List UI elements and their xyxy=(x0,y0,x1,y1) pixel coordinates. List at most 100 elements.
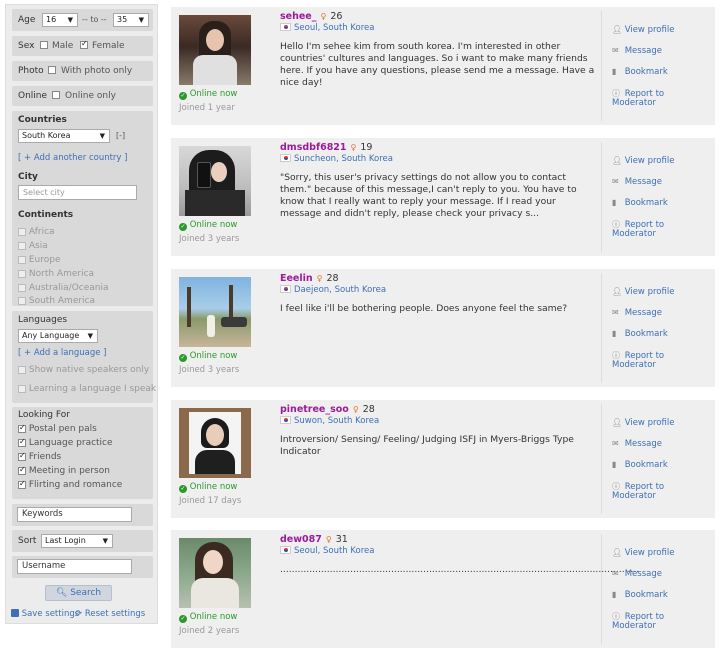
country-select[interactable]: South Korea ▼ xyxy=(18,129,110,143)
bookmark-link[interactable]: ▮ Bookmark xyxy=(612,590,668,600)
continent-checkbox[interactable] xyxy=(18,296,26,305)
continent-checkbox[interactable] xyxy=(18,227,26,236)
report-link-moderator[interactable]: Moderator xyxy=(612,621,656,631)
continent-checkbox[interactable] xyxy=(18,269,26,278)
looking-for-checkbox[interactable] xyxy=(18,479,26,489)
age-from-select[interactable]: 16 ▼ xyxy=(42,13,78,27)
view-profile-label: View profile xyxy=(624,548,675,558)
online-status-text: Online now xyxy=(189,351,238,361)
continent-europe[interactable]: Europe xyxy=(18,255,61,265)
looking-for-checkbox[interactable] xyxy=(18,451,26,461)
continent-australia-oceania[interactable]: Australia/Oceania xyxy=(18,283,109,293)
username-link[interactable]: pinetree_soo ♀ 28 xyxy=(280,404,375,415)
save-settings-button[interactable]: Save settings xyxy=(11,609,79,619)
city-input[interactable]: Select city xyxy=(18,185,137,200)
looking-for-checkbox[interactable] xyxy=(18,465,26,475)
bookmark-link[interactable]: ▮ Bookmark xyxy=(612,67,668,77)
native-speakers-option[interactable]: Show native speakers only xyxy=(18,365,149,375)
profile-photo[interactable] xyxy=(179,408,251,478)
looking-for-flirting[interactable]: Flirting and romance xyxy=(18,479,122,490)
username-link[interactable]: dmsdbf6821 ♀ 19 xyxy=(280,142,372,153)
languages-filter: Languages Any Language ▼ [ + Add a langua… xyxy=(12,311,156,403)
city-link[interactable]: Suwon xyxy=(294,416,322,426)
message-link[interactable]: ✉ Message xyxy=(612,439,662,449)
country-link[interactable]: South Korea xyxy=(323,23,375,33)
username: sehee_ xyxy=(280,11,317,22)
female-icon: ♀ xyxy=(316,274,323,283)
report-link-moderator[interactable]: Moderator xyxy=(612,229,656,239)
location: Suncheon, South Korea xyxy=(280,154,393,164)
username: dmsdbf6821 xyxy=(280,142,347,153)
looking-for-language-practice[interactable]: Language practice xyxy=(18,437,113,448)
message-link[interactable]: ✉ Message xyxy=(612,177,662,187)
add-country-link[interactable]: [ + Add another country ] xyxy=(18,153,127,163)
message-link[interactable]: ✉ Message xyxy=(612,308,662,318)
country-link[interactable]: South Korea xyxy=(328,416,380,426)
add-language-link[interactable]: [ + Add a language ] xyxy=(18,348,107,358)
country-link[interactable]: South Korea xyxy=(335,285,387,295)
learning-language-option[interactable]: Learning a language I speak xyxy=(18,384,156,394)
profile-photo[interactable] xyxy=(179,277,251,347)
country-link[interactable]: South Korea xyxy=(323,546,375,556)
reset-settings-button[interactable]: ⟳ Reset settings xyxy=(75,609,145,619)
search-button[interactable]: 🔍︎ Search xyxy=(45,585,112,601)
username-input[interactable]: Username xyxy=(17,559,132,574)
bookmark-link[interactable]: ▮ Bookmark xyxy=(612,460,668,470)
looking-for-meeting[interactable]: Meeting in person xyxy=(18,465,110,476)
online-checkbox[interactable] xyxy=(52,91,60,99)
report-link-moderator[interactable]: Moderator xyxy=(612,98,656,108)
male-checkbox[interactable] xyxy=(40,41,48,49)
city-link[interactable]: Daejeon xyxy=(294,285,329,295)
online-status: ✓ Online now xyxy=(179,89,237,100)
bookmark-link[interactable]: ▮ Bookmark xyxy=(612,198,668,208)
continent-checkbox[interactable] xyxy=(18,283,26,292)
message-link[interactable]: ✉ Message xyxy=(612,46,662,56)
country-link[interactable]: South Korea xyxy=(341,154,393,164)
view-profile-link[interactable]: 👤︎ View profile xyxy=(612,418,674,428)
remove-country-button[interactable]: [-] xyxy=(116,131,125,140)
city-link[interactable]: Seoul xyxy=(294,23,318,33)
continent-asia[interactable]: Asia xyxy=(18,241,48,251)
username: dew087 xyxy=(280,534,322,545)
continent-checkbox[interactable] xyxy=(18,255,26,264)
female-checkbox[interactable] xyxy=(80,39,88,49)
continent-label: Europe xyxy=(28,255,61,265)
report-link-moderator[interactable]: Moderator xyxy=(612,491,656,501)
age-to-select[interactable]: 35 ▼ xyxy=(113,13,149,27)
looking-for-checkbox[interactable] xyxy=(18,437,26,447)
looking-for-pen-pals[interactable]: Postal pen pals xyxy=(18,423,97,434)
report-link-moderator[interactable]: Moderator xyxy=(612,360,656,370)
view-profile-link[interactable]: 👤︎ View profile xyxy=(612,25,674,35)
learning-language-checkbox[interactable] xyxy=(18,384,26,393)
username-link[interactable]: Eeelin ♀ 28 xyxy=(280,273,339,284)
language-select[interactable]: Any Language ▼ xyxy=(18,329,98,343)
view-profile-link[interactable]: 👤︎ View profile xyxy=(612,156,674,166)
photo-checkbox[interactable] xyxy=(48,66,56,74)
native-speakers-checkbox[interactable] xyxy=(18,365,26,374)
city-link[interactable]: Suncheon xyxy=(294,154,336,164)
profile-actions: 👤︎ View profile ✉ Message ▮ Bookmark ⓘ R… xyxy=(601,142,713,252)
keywords-input[interactable]: Keywords xyxy=(17,507,132,522)
continent-africa[interactable]: Africa xyxy=(18,227,55,237)
sort-select[interactable]: Last Login ▼ xyxy=(41,534,113,548)
looking-for-friends[interactable]: Friends xyxy=(18,451,61,462)
message-link[interactable]: ✉ Message xyxy=(612,569,662,579)
continent-north-america[interactable]: North America xyxy=(18,269,94,279)
continent-south-america[interactable]: South America xyxy=(18,296,95,306)
bookmark-icon: ▮ xyxy=(612,198,617,207)
username-link[interactable]: sehee_ ♀ 26 xyxy=(280,11,342,22)
continent-checkbox[interactable] xyxy=(18,241,26,250)
location: Suwon, South Korea xyxy=(280,416,379,426)
username-link[interactable]: dew087 ♀ 31 xyxy=(280,534,348,545)
chevron-down-icon: ▼ xyxy=(99,132,105,140)
learning-language-label: Learning a language I speak xyxy=(28,384,157,394)
bookmark-link[interactable]: ▮ Bookmark xyxy=(612,329,668,339)
city-link[interactable]: Seoul xyxy=(294,546,318,556)
view-profile-link[interactable]: 👤︎ View profile xyxy=(612,548,674,558)
profile-photo[interactable] xyxy=(179,15,251,85)
looking-for-checkbox[interactable] xyxy=(18,423,26,433)
profile-photo[interactable] xyxy=(179,538,251,608)
profile-card: ✓ Online now Joined 2 years dew087 ♀ 31 Se… xyxy=(171,530,715,648)
view-profile-link[interactable]: 👤︎ View profile xyxy=(612,287,674,297)
profile-photo[interactable] xyxy=(179,146,251,216)
